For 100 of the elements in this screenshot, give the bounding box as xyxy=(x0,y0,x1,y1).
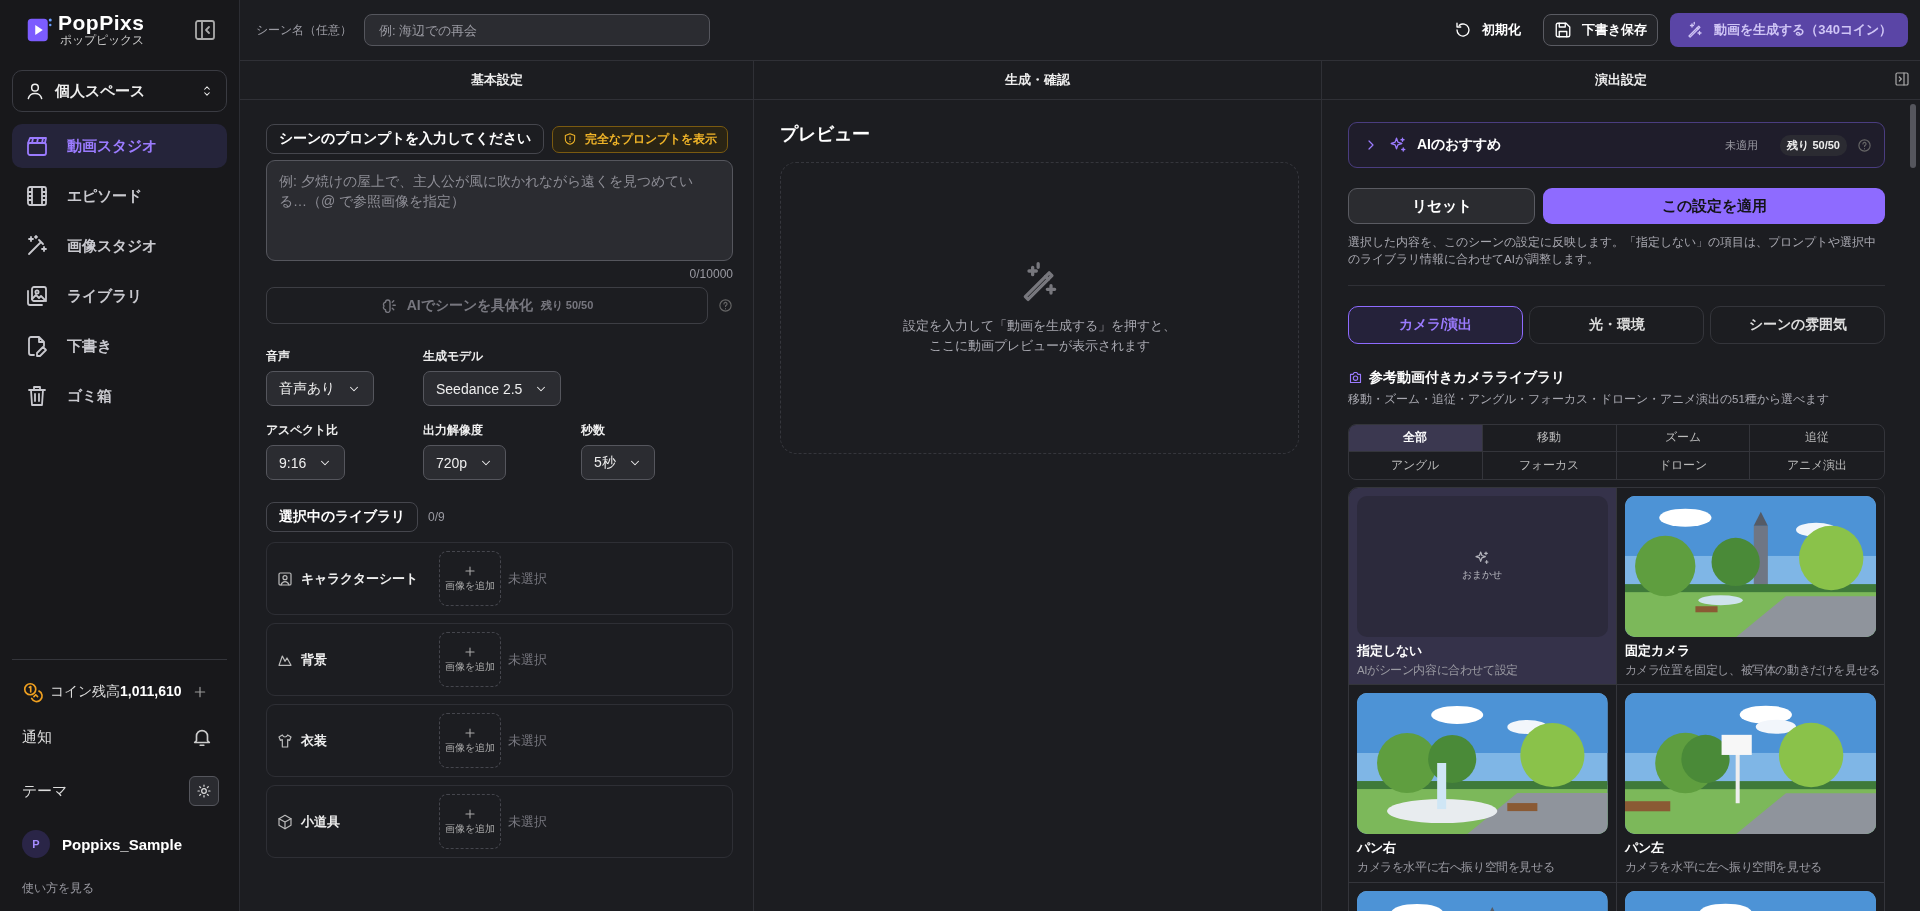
nav-item[interactable]: 画像スタジオ xyxy=(12,224,227,268)
filter-tab[interactable]: アニメ演出 xyxy=(1750,451,1884,479)
character-counter: 0/10000 xyxy=(688,267,733,281)
images-icon xyxy=(25,284,49,308)
nav-item[interactable]: 下書き xyxy=(12,324,227,368)
add-image-button[interactable]: 画像を追加 xyxy=(439,713,501,768)
slot-label: 背景 xyxy=(301,650,327,669)
nav-item[interactable]: エピソード xyxy=(12,174,227,218)
status-label: 未適用 xyxy=(1725,137,1759,153)
magic-wand-icon xyxy=(25,234,49,258)
help-text: 選択した内容を、このシーンの設定に反映します。「指定しない」の項目は、プロンプトや選択中のライブラリ情報に合わせてAIが調整します。 xyxy=(1348,235,1877,268)
scrollbar[interactable] xyxy=(1910,104,1916,168)
slot-status: 未選択 xyxy=(508,569,547,588)
dropdown[interactable]: 720p xyxy=(423,445,507,480)
camera-option-card[interactable]: おまかせ 指定しない AIがシーン内容に合わせて設定 xyxy=(1349,487,1617,686)
dropdown[interactable]: 9:16 xyxy=(266,445,346,480)
coin-balance: コイン残高1,011,610 xyxy=(50,683,182,701)
sidebar-collapse-icon xyxy=(193,18,217,42)
apply-settings-button[interactable]: この設定を適用 xyxy=(1543,188,1885,224)
collapse-sidebar-button[interactable] xyxy=(193,18,217,42)
panel-collapse-icon xyxy=(1894,71,1910,87)
plus-icon xyxy=(463,564,477,578)
field-label: 生成モデル xyxy=(423,348,484,365)
magic-wand-icon xyxy=(1686,21,1705,39)
reset-icon xyxy=(1454,21,1473,39)
nav-item[interactable]: ゴミ箱 xyxy=(12,374,227,418)
scene-name-field[interactable]: 例: 海辺での再会 xyxy=(364,14,710,46)
sparkles-icon xyxy=(1474,550,1491,566)
portrait-icon xyxy=(277,570,293,587)
shield-icon xyxy=(563,132,577,146)
tab[interactable]: カメラ/演出 xyxy=(1348,305,1523,344)
dropdown[interactable]: 音声あり xyxy=(266,371,374,406)
help-icon[interactable] xyxy=(1857,137,1872,153)
reset-button[interactable]: リセット xyxy=(1348,188,1535,224)
filter-tab[interactable]: 追従 xyxy=(1750,424,1884,452)
show-full-prompt-button[interactable]: 完全なプロンプトを表示 xyxy=(552,125,728,153)
remaining-badge: 残り 50/50 xyxy=(1780,134,1847,156)
field-label: アスペクト比 xyxy=(266,422,339,439)
sparkles-icon xyxy=(1389,136,1407,154)
slot-label: 小道具 xyxy=(301,812,340,831)
plus-icon xyxy=(463,645,477,659)
dropdown[interactable]: Seedance 2.5 xyxy=(423,371,562,406)
theme-toggle[interactable] xyxy=(189,776,219,806)
user-avatar: P xyxy=(22,830,50,858)
generate-video-button[interactable]: 動画を生成する（340コイン） xyxy=(1670,13,1908,47)
camera-option-card[interactable]: パン右 カメラを水平に右へ振り空間を見せる xyxy=(1349,685,1617,884)
auto-thumbnail: おまかせ xyxy=(1357,495,1608,637)
camera-icon xyxy=(1348,370,1363,385)
filter-tab[interactable]: 移動 xyxy=(1482,424,1617,452)
column-header: 基本設定 xyxy=(470,71,523,89)
preview-message: 設定を入力して「動画を生成する」を押すと、 xyxy=(903,316,1176,335)
card-title: 固定カメラ xyxy=(1624,642,1691,660)
slot-status: 未選択 xyxy=(508,650,547,669)
section-title: 参考動画付きカメラライブラリ xyxy=(1369,368,1565,387)
add-image-button[interactable]: 画像を追加 xyxy=(439,551,501,606)
camera-option-card[interactable]: 固定カメラ カメラ位置を固定し、被写体の動きだけを見せる xyxy=(1616,487,1884,686)
trash-icon xyxy=(25,384,49,408)
add-image-button[interactable]: 画像を追加 xyxy=(439,632,501,687)
dropdown[interactable]: 5秒 xyxy=(581,445,655,480)
user-icon xyxy=(25,81,45,101)
notifications-label: 通知 xyxy=(22,727,52,747)
nav-item[interactable]: ライブラリ xyxy=(12,274,227,318)
prompt-label: シーンのプロンプトを入力してください xyxy=(266,124,544,154)
section-subtitle: 移動・ズーム・追従・アングル・フォーカス・ドローン・アニメ演出の51種から選べます xyxy=(1348,391,1830,407)
help-icon[interactable] xyxy=(718,298,733,313)
workspace-select[interactable]: 個人スペース xyxy=(12,70,227,112)
tab[interactable]: 光・環境 xyxy=(1529,305,1704,344)
shirt-icon xyxy=(277,732,293,749)
card-title: パン右 xyxy=(1357,840,1397,858)
slot-status: 未選択 xyxy=(508,812,547,831)
slot-label: キャラクターシート xyxy=(301,569,418,588)
filter-tab[interactable]: アングル xyxy=(1349,451,1483,479)
column-header: 演出設定 xyxy=(1595,71,1647,89)
box-icon xyxy=(277,813,293,830)
brand-name: PopPixs xyxy=(58,11,145,33)
card-description: AIがシーン内容に合わせて設定 xyxy=(1357,663,1519,678)
filter-tab[interactable]: ドローン xyxy=(1616,451,1751,479)
scene-name-label: シーン名（任意） xyxy=(256,21,352,39)
tab[interactable]: シーンの雰囲気 xyxy=(1710,305,1885,344)
filter-tab[interactable]: 全部 xyxy=(1349,424,1483,452)
slot-status: 未選択 xyxy=(508,731,547,750)
card-title: 指定しない xyxy=(1357,642,1423,660)
coins-icon xyxy=(22,681,44,703)
nav-item[interactable]: 動画スタジオ xyxy=(12,124,227,168)
user-name: Poppixs_Sample xyxy=(62,835,183,853)
column-header: 生成・確認 xyxy=(1005,71,1070,89)
save-draft-button[interactable]: 下書き保存 xyxy=(1543,14,1659,46)
filter-tab[interactable]: ズーム xyxy=(1616,424,1751,452)
library-title: 選択中のライブラリ xyxy=(266,502,418,532)
filter-tab[interactable]: フォーカス xyxy=(1482,451,1617,479)
plus-icon xyxy=(463,726,477,740)
clapperboard-icon xyxy=(25,134,49,158)
add-image-button[interactable]: 画像を追加 xyxy=(439,794,501,849)
card-description: カメラを水平に左へ振り空間を見せる xyxy=(1624,861,1823,876)
collapse-panel-button[interactable] xyxy=(1894,71,1910,87)
help-link[interactable]: 使い方を見る xyxy=(22,870,94,911)
prompt-field[interactable]: 例: 夕焼けの屋上で、主人公が風に吹かれながら遠くを見つめている…（@ で参照画像を指定） xyxy=(266,160,733,261)
field-label: 出力解像度 xyxy=(423,422,484,439)
sun-icon xyxy=(196,783,212,799)
reset-button[interactable]: 初期化 xyxy=(1444,14,1532,46)
